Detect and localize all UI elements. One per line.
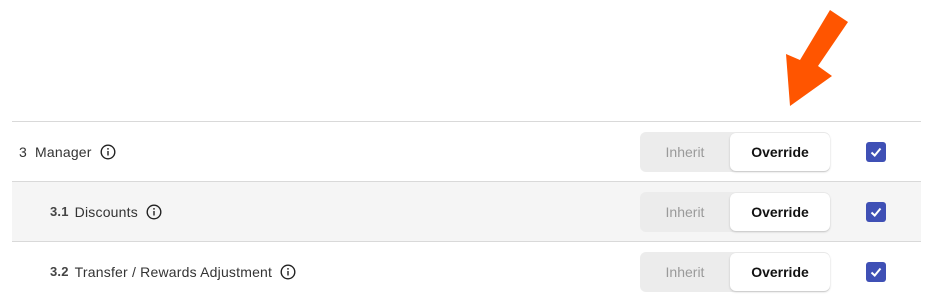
permission-number: 3.2 bbox=[50, 264, 69, 279]
inherit-override-toggle: Inherit Override bbox=[640, 252, 830, 292]
permission-name: Manager bbox=[35, 143, 92, 160]
enabled-checkbox[interactable] bbox=[866, 202, 886, 222]
info-icon[interactable] bbox=[146, 203, 162, 220]
inherit-override-toggle: Inherit Override bbox=[640, 192, 830, 232]
override-option[interactable]: Override bbox=[730, 133, 830, 171]
enabled-checkbox[interactable] bbox=[866, 142, 886, 162]
permission-row-manager: 3 Manager Inherit Override bbox=[12, 121, 921, 181]
permission-number: 3 bbox=[19, 143, 27, 160]
permission-label: 3.2 Transfer / Rewards Adjustment bbox=[50, 264, 296, 280]
enabled-checkbox[interactable] bbox=[866, 262, 886, 282]
permissions-panel: 3 Manager Inherit Override 3.1 Discounts… bbox=[0, 0, 930, 301]
permissions-table: 3 Manager Inherit Override 3.1 Discounts… bbox=[12, 121, 921, 301]
permission-row-discounts: 3.1 Discounts Inherit Override bbox=[12, 181, 921, 241]
permission-name: Discounts bbox=[74, 203, 138, 220]
info-icon[interactable] bbox=[280, 263, 296, 280]
check-icon bbox=[870, 147, 882, 157]
permission-label: 3.1 Discounts bbox=[50, 204, 162, 220]
orange-arrow-annotation bbox=[786, 10, 848, 106]
inherit-option[interactable]: Inherit bbox=[640, 132, 730, 172]
check-icon bbox=[870, 267, 882, 277]
inherit-option[interactable]: Inherit bbox=[640, 192, 730, 232]
permission-name: Transfer / Rewards Adjustment bbox=[74, 263, 273, 280]
override-option[interactable]: Override bbox=[730, 253, 830, 291]
override-option[interactable]: Override bbox=[730, 193, 830, 231]
check-icon bbox=[870, 207, 882, 217]
info-icon[interactable] bbox=[100, 143, 116, 160]
inherit-option[interactable]: Inherit bbox=[640, 252, 730, 292]
permission-number: 3.1 bbox=[50, 204, 69, 219]
permission-row-transfer-rewards: 3.2 Transfer / Rewards Adjustment Inheri… bbox=[12, 241, 921, 301]
inherit-override-toggle: Inherit Override bbox=[640, 132, 830, 172]
permission-label: 3 Manager bbox=[19, 144, 116, 160]
